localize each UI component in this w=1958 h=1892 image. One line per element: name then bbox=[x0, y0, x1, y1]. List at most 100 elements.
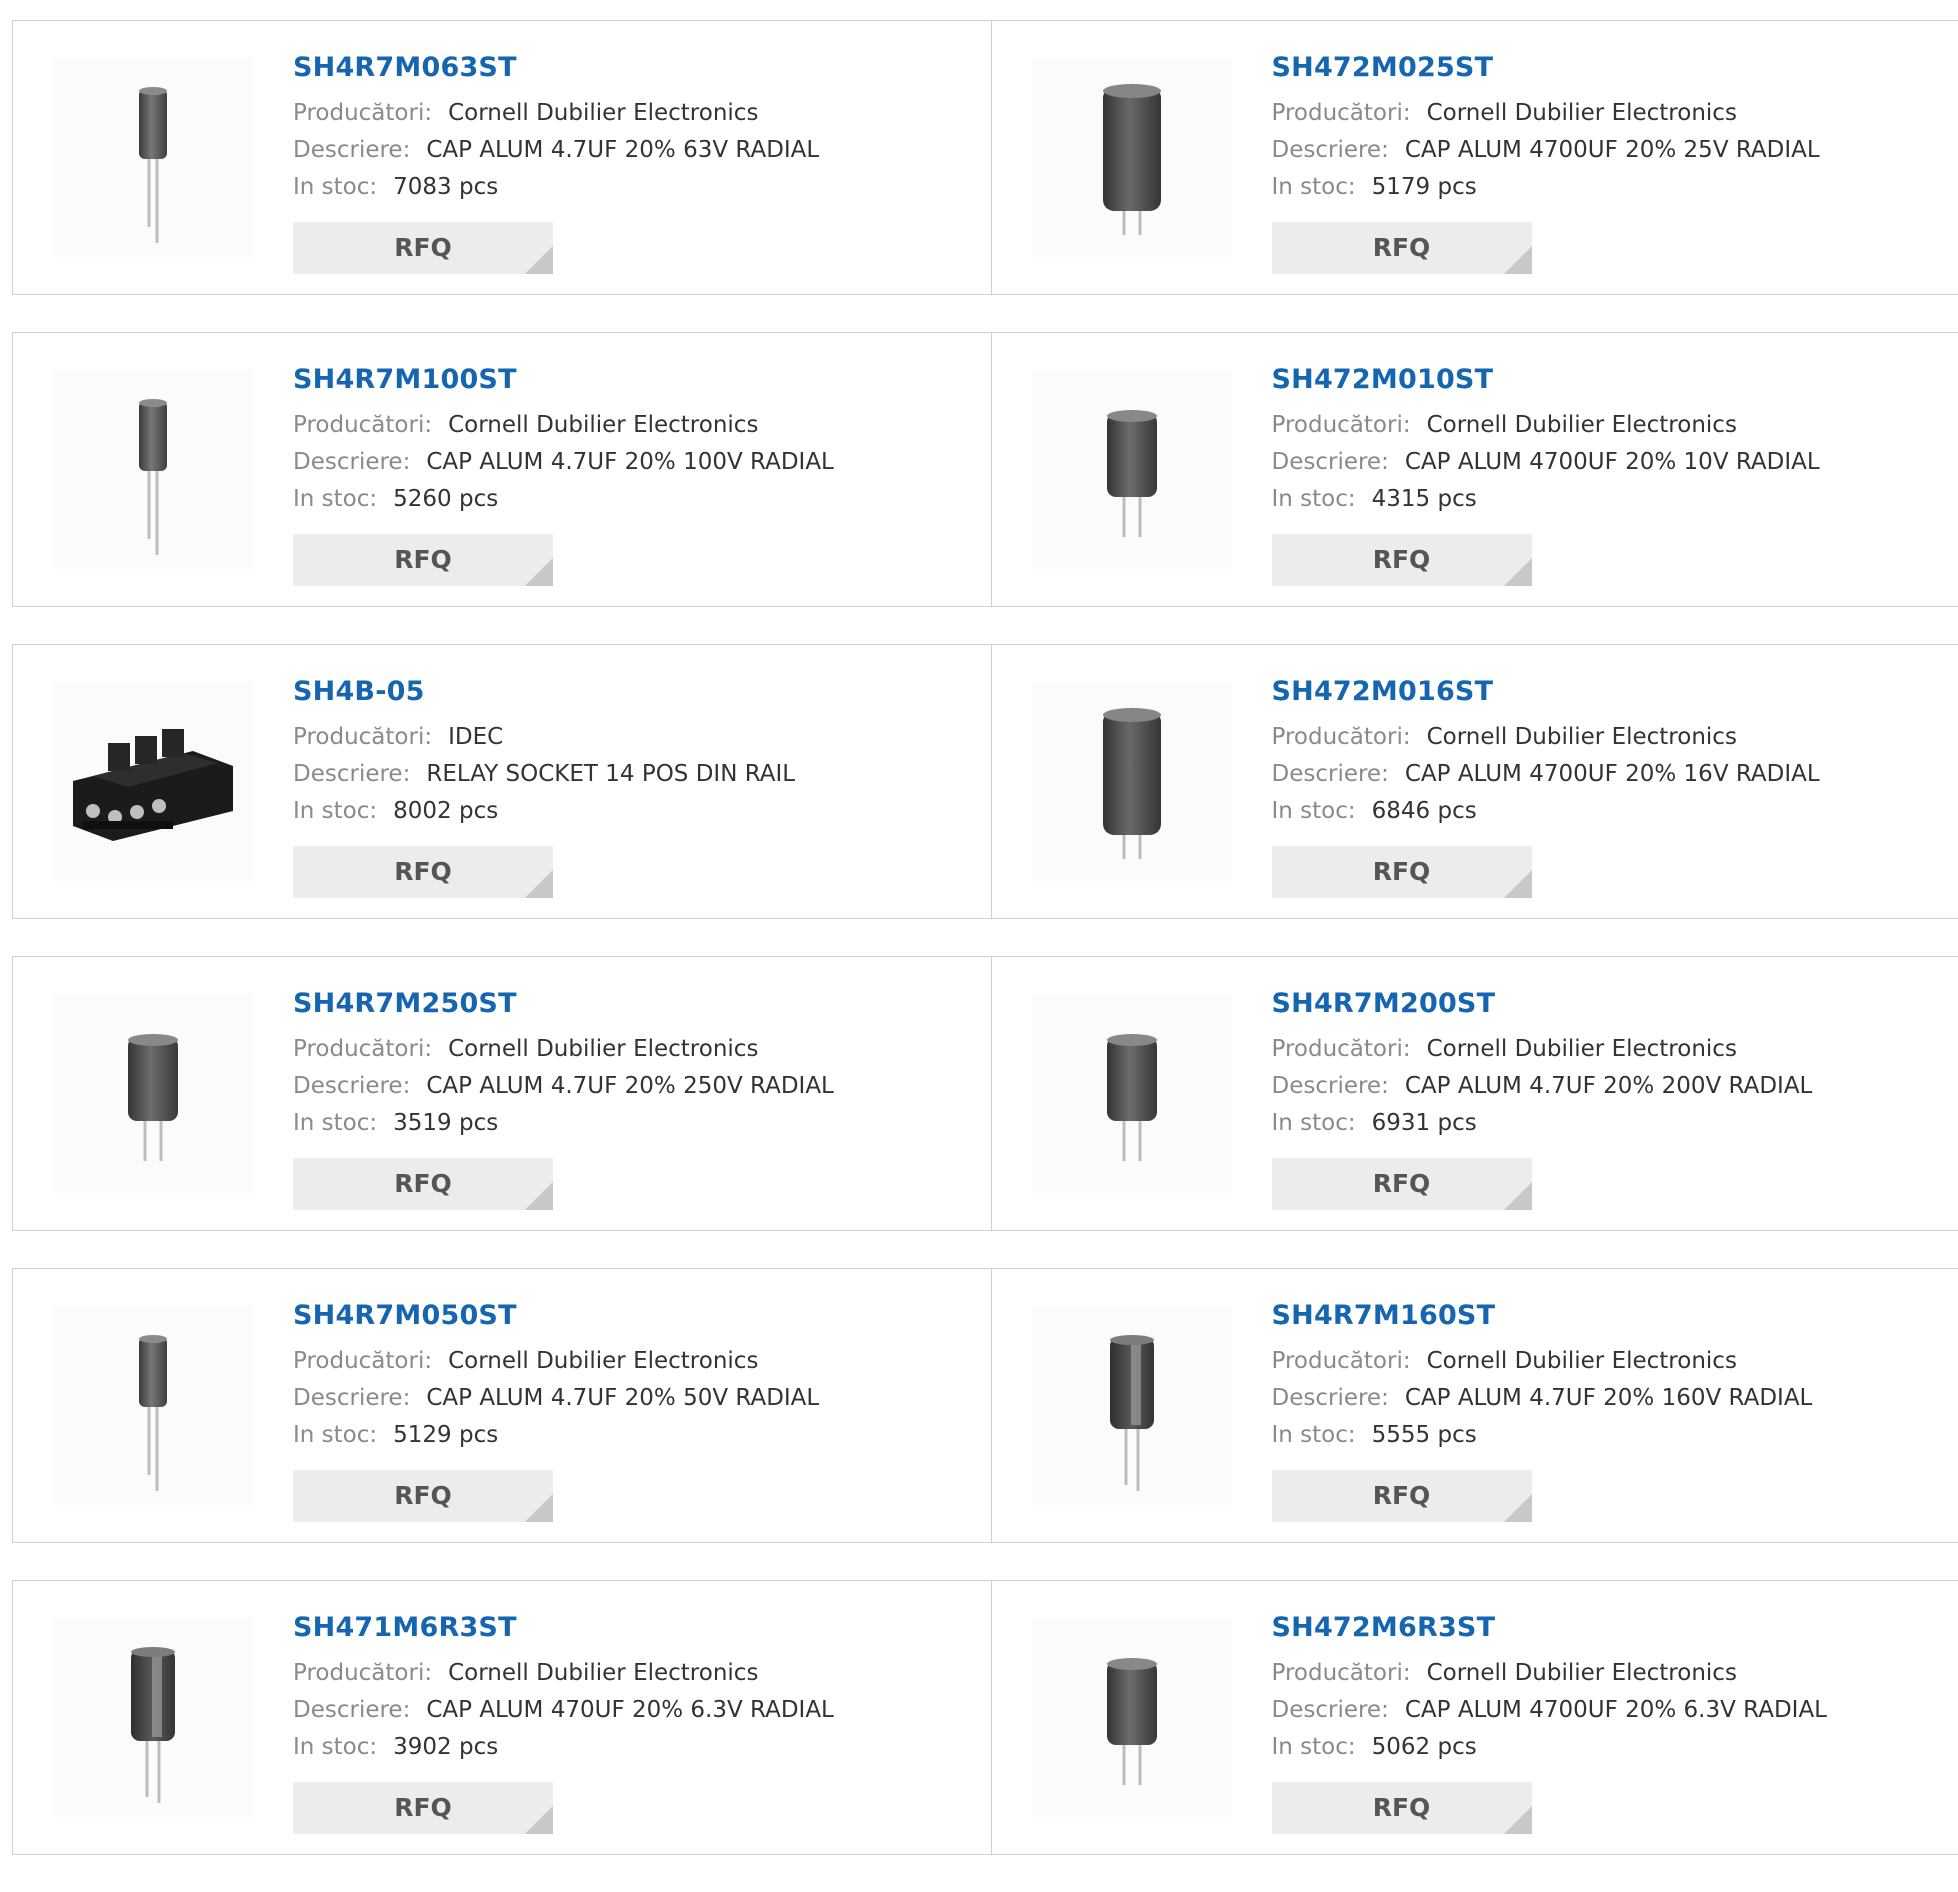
manufacturer-value: Cornell Dubilier Electronics bbox=[448, 1348, 758, 1374]
product-grid: SH4R7M063ST Producători: Cornell Dubilier… bbox=[12, 20, 1958, 1892]
description-label: Descriere: bbox=[1272, 1697, 1389, 1723]
rfq-label: RFQ bbox=[1272, 222, 1532, 274]
product-thumbnail[interactable] bbox=[53, 993, 253, 1193]
rfq-button[interactable]: RFQ bbox=[293, 222, 553, 274]
manufacturer-label: Producători: bbox=[293, 724, 432, 750]
corner-fold-icon bbox=[1504, 1494, 1532, 1522]
corner-fold-icon bbox=[1504, 870, 1532, 898]
manufacturer-line: Producători:Cornell Dubilier Electronics bbox=[1272, 1031, 1912, 1068]
manufacturer-label: Producători: bbox=[1272, 412, 1411, 438]
part-number-link[interactable]: SH4R7M050ST bbox=[293, 1299, 933, 1333]
stock-line: In stoc:3902 pcs bbox=[293, 1729, 933, 1766]
rfq-button[interactable]: RFQ bbox=[293, 846, 553, 898]
manufacturer-line: Producători: Cornell Dubilier Electronics bbox=[293, 407, 933, 444]
part-number-link[interactable]: SH4B-05 bbox=[293, 675, 933, 709]
description-label: Descriere: bbox=[1272, 1385, 1389, 1411]
manufacturer-line: Producători:Cornell Dubilier Electronics bbox=[1272, 407, 1912, 444]
product-thumbnail[interactable] bbox=[1032, 1305, 1232, 1505]
part-number-link[interactable]: SH471M6R3ST bbox=[293, 1611, 933, 1645]
description-value: CAP ALUM 4.7UF 20% 200V RADIAL bbox=[1405, 1073, 1813, 1099]
manufacturer-label: Producători: bbox=[1272, 724, 1411, 750]
manufacturer-value: Cornell Dubilier Electronics bbox=[1427, 1660, 1737, 1686]
product-thumbnail[interactable] bbox=[53, 369, 253, 569]
rfq-button[interactable]: RFQ bbox=[1272, 846, 1532, 898]
description-line: Descriere:CAP ALUM 4.7UF 20% 200V RADIAL bbox=[1272, 1068, 1912, 1105]
product-thumbnail[interactable] bbox=[1032, 993, 1232, 1193]
manufacturer-value: IDEC bbox=[448, 724, 503, 750]
part-number-link[interactable]: SH472M016ST bbox=[1272, 675, 1912, 709]
rfq-button[interactable]: RFQ bbox=[1272, 222, 1532, 274]
part-number-link[interactable]: SH4R7M200ST bbox=[1272, 987, 1912, 1021]
stock-value: 5062 pcs bbox=[1372, 1734, 1477, 1760]
corner-fold-icon bbox=[525, 558, 553, 586]
description-line: Descriere:CAP ALUM 4.7UF 20% 250V RADIAL bbox=[293, 1068, 933, 1105]
description-line: Descriere:CAP ALUM 4700UF 20% 25V RADIAL bbox=[1272, 132, 1912, 169]
part-number-link[interactable]: SH4R7M063ST bbox=[293, 51, 933, 85]
rfq-label: RFQ bbox=[293, 534, 553, 586]
product-thumbnail[interactable] bbox=[1032, 1617, 1232, 1817]
product-card: SH471M6R3ST Producători:Cornell Dubilier… bbox=[13, 1581, 991, 1854]
stock-line: In stoc:7083 pcs bbox=[293, 169, 933, 206]
stock-value: 8002 pcs bbox=[393, 798, 498, 824]
product-thumbnail[interactable] bbox=[1032, 681, 1232, 881]
manufacturer-line: Producători:Cornell Dubilier Electronics bbox=[1272, 95, 1912, 132]
part-number-link[interactable]: SH4R7M160ST bbox=[1272, 1299, 1912, 1333]
rfq-button[interactable]: RFQ bbox=[293, 534, 553, 586]
description-line: Descriere:CAP ALUM 4.7UF 20% 50V RADIAL bbox=[293, 1380, 933, 1417]
product-row: SH4R7M100ST Producători: Cornell Dubilier… bbox=[12, 332, 1958, 607]
stock-line: In stoc:5062 pcs bbox=[1272, 1729, 1912, 1766]
product-thumbnail[interactable] bbox=[53, 1305, 253, 1505]
capacitor-large-icon bbox=[1032, 681, 1232, 881]
relay-socket-icon bbox=[53, 681, 253, 881]
part-number-link[interactable]: SH472M025ST bbox=[1272, 51, 1912, 85]
manufacturer-value: Cornell Dubilier Electronics bbox=[1427, 724, 1737, 750]
stock-value: 3519 pcs bbox=[393, 1110, 498, 1136]
manufacturer-label: Producători: bbox=[293, 1348, 432, 1374]
description-line: Descriere:CAP ALUM 4700UF 20% 10V RADIAL bbox=[1272, 444, 1912, 481]
product-card: SH472M016ST Producători: Cornell Dubilier… bbox=[991, 645, 1958, 918]
corner-fold-icon bbox=[525, 1182, 553, 1210]
stock-label: In stoc: bbox=[1272, 486, 1356, 512]
product-thumbnail[interactable] bbox=[1032, 57, 1232, 257]
corner-fold-icon bbox=[1504, 246, 1532, 274]
product-thumbnail[interactable] bbox=[53, 681, 253, 881]
stock-label: In stoc: bbox=[293, 1422, 377, 1448]
capacitor-thin-icon bbox=[53, 57, 253, 257]
stock-value: 4315 pcs bbox=[1372, 486, 1477, 512]
description-value: CAP ALUM 4.7UF 20% 63V RADIAL bbox=[426, 137, 819, 163]
manufacturer-value: Cornell Dubilier Electronics bbox=[448, 412, 758, 438]
product-thumbnail[interactable] bbox=[53, 57, 253, 257]
product-card: SH4R7M100ST Producători: Cornell Dubilier… bbox=[13, 333, 991, 606]
rfq-button[interactable]: RFQ bbox=[1272, 534, 1532, 586]
product-thumbnail[interactable] bbox=[1032, 369, 1232, 569]
stock-label: In stoc: bbox=[293, 174, 377, 200]
rfq-button[interactable]: RFQ bbox=[1272, 1782, 1532, 1834]
product-row: SH471M6R3ST Producători: Cornell Dubilier… bbox=[12, 1580, 1958, 1855]
manufacturer-value: Cornell Dubilier Electronics bbox=[448, 1660, 758, 1686]
manufacturer-label: Producători: bbox=[293, 1036, 432, 1062]
description-line: Descriere:CAP ALUM 4700UF 20% 16V RADIAL bbox=[1272, 756, 1912, 793]
product-thumbnail[interactable] bbox=[53, 1617, 253, 1817]
stock-label: In stoc: bbox=[293, 1110, 377, 1136]
rfq-button[interactable]: RFQ bbox=[1272, 1470, 1532, 1522]
manufacturer-label: Producători: bbox=[1272, 1660, 1411, 1686]
part-number-link[interactable]: SH472M6R3ST bbox=[1272, 1611, 1912, 1645]
stock-label: In stoc: bbox=[293, 1734, 377, 1760]
rfq-button[interactable]: RFQ bbox=[293, 1470, 553, 1522]
rfq-label: RFQ bbox=[1272, 1470, 1532, 1522]
manufacturer-label: Producători: bbox=[293, 412, 432, 438]
capacitor-medium-icon bbox=[53, 993, 253, 1193]
rfq-button[interactable]: RFQ bbox=[1272, 1158, 1532, 1210]
part-number-link[interactable]: SH4R7M100ST bbox=[293, 363, 933, 397]
description-label: Descriere: bbox=[1272, 449, 1389, 475]
part-number-link[interactable]: SH472M010ST bbox=[1272, 363, 1912, 397]
rfq-button[interactable]: RFQ bbox=[293, 1782, 553, 1834]
capacitor-medium-icon bbox=[1032, 1617, 1232, 1817]
product-row: SH4R7M050ST Producători: Cornell Dubilier… bbox=[12, 1268, 1958, 1543]
rfq-button[interactable]: RFQ bbox=[293, 1158, 553, 1210]
description-line: Descriere:CAP ALUM 4.7UF 20% 63V RADIAL bbox=[293, 132, 933, 169]
manufacturer-value: Cornell Dubilier Electronics bbox=[1427, 1348, 1737, 1374]
description-value: CAP ALUM 4.7UF 20% 250V RADIAL bbox=[426, 1073, 834, 1099]
part-number-link[interactable]: SH4R7M250ST bbox=[293, 987, 933, 1021]
rfq-label: RFQ bbox=[293, 1470, 553, 1522]
